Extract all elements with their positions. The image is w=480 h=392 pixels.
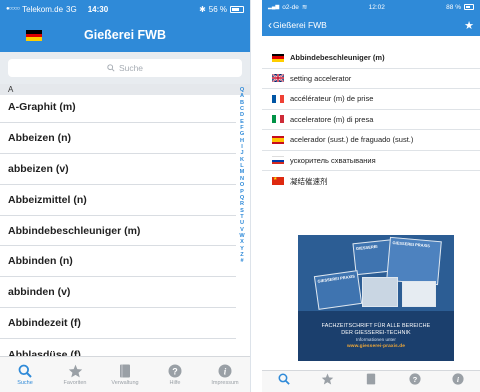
translation-text: Abbindebeschleuniger (m) [290, 53, 385, 63]
page-title: Gießerei FWB [84, 28, 166, 42]
network-label: 3G [66, 4, 77, 14]
translation-text: acelerador (sust.) de fraguado (sust.) [290, 135, 414, 145]
tab-favorites[interactable] [306, 371, 350, 392]
signal-icon: ●○○○○ [6, 6, 20, 12]
carrier-label: Telekom.de [22, 4, 64, 14]
russian-flag-icon [272, 156, 284, 165]
italian-flag-icon [272, 115, 284, 124]
nav-bar: Gießerei FWB [0, 18, 250, 52]
star-icon [321, 373, 334, 385]
tab-imprint[interactable]: i [436, 371, 480, 392]
list-item[interactable]: abbinden (v) [0, 277, 236, 309]
alphabet-index[interactable]: Q A B C D E F G H I J K L M N O P Q R S … [237, 87, 247, 265]
status-bar: ●○○○○ Telekom.de 3G 14:30 ✱ 56 % [0, 0, 250, 18]
magazine-cover [402, 281, 436, 307]
battery-icon [463, 4, 474, 10]
tab-search[interactable]: Suche [0, 357, 50, 392]
tab-help[interactable]: ? [393, 371, 437, 392]
nav-bar: ‹ Gießerei FWB ★ [262, 14, 480, 36]
list-item[interactable]: Abbeizen (n) [0, 123, 236, 154]
search-icon [18, 364, 32, 378]
tab-imprint[interactable]: i Impressum [200, 357, 250, 392]
translation-row[interactable]: Abbindebeschleuniger (m) [262, 48, 480, 69]
info-icon: i [218, 364, 232, 377]
battery-percent: 88 % [446, 3, 461, 11]
tab-favorites[interactable]: Favoriten [50, 357, 100, 392]
index-letter[interactable]: # [240, 258, 243, 264]
tab-bar: ? i [262, 370, 480, 392]
tab-label: Impressum [211, 379, 239, 386]
translation-text: ускоритель схватывания [290, 155, 376, 165]
translation-row[interactable]: acceleratore (m) di presa [262, 110, 480, 130]
list-item[interactable]: A-Graphit (m) [0, 92, 236, 123]
wifi-icon: ≋ [301, 4, 308, 11]
battery-icon [230, 5, 244, 13]
french-flag-icon [272, 94, 284, 103]
detail-screen: ▂▄▆ o2-de ≋ 12:02 88 % ‹ Gießerei FWB ★ … [262, 0, 480, 392]
search-icon [278, 373, 290, 385]
back-label: Gießerei FWB [273, 20, 327, 30]
tab-label: Verwaltung [111, 379, 139, 386]
list-item[interactable]: abbeizen (v) [0, 154, 236, 185]
star-icon[interactable]: ★ [464, 19, 474, 32]
tab-label: Favoriten [63, 379, 87, 386]
tab-label: Hilfe [169, 379, 181, 386]
word-list: A-Graphit (m) Abbeizen (n) abbeizen (v) … [0, 92, 236, 370]
translation-row[interactable]: ★ 凝结催速剂 [262, 171, 480, 192]
uk-flag-icon [272, 74, 284, 83]
help-icon: ? [409, 373, 421, 385]
book-icon [120, 364, 130, 377]
carrier-label: o2-de [282, 3, 299, 11]
search-bar: Suche [0, 52, 250, 84]
tab-manage[interactable] [349, 371, 393, 392]
ad-text: FACHZEITSCHRIFT FÜR ALLE BEREICHE DER GI… [321, 323, 431, 349]
spanish-flag-icon [272, 135, 284, 144]
tab-bar: Suche Favoriten Verwaltung ? Hilfe i Imp… [0, 356, 250, 392]
search-icon [107, 64, 115, 72]
magazine-cover [362, 277, 398, 307]
translation-row[interactable]: acelerador (sust.) de fraguado (sust.) [262, 130, 480, 151]
translation-row[interactable]: accélérateur (m) de prise [262, 89, 480, 110]
german-flag-icon [272, 53, 284, 62]
translation-text: setting accelerator [290, 73, 352, 83]
list-item[interactable]: Abbindebeschleuniger (m) [0, 216, 236, 247]
info-icon: i [452, 373, 464, 385]
ad-banner[interactable]: GIESSEREI GIESSEREI PRAXIS GIESSEREI PRA… [298, 235, 454, 361]
search-placeholder: Suche [118, 63, 144, 73]
clock: 12:02 [368, 3, 385, 11]
chevron-left-icon: ‹ [268, 18, 272, 32]
magazine-cover: GIESSEREI PRAXIS [313, 270, 363, 310]
translation-text: 凝结催速剂 [290, 176, 328, 186]
tab-manage[interactable]: Verwaltung [100, 357, 150, 392]
battery-percent: 56 % [208, 4, 227, 14]
translation-row[interactable]: setting accelerator [262, 69, 480, 89]
tab-label: Suche [17, 379, 33, 386]
star-icon [68, 364, 82, 377]
book-icon [366, 373, 376, 385]
help-icon: ? [168, 364, 182, 377]
tab-search[interactable] [262, 371, 306, 392]
list-item[interactable]: Abbinden (n) [0, 246, 236, 278]
translation-text: acceleratore (m) di presa [290, 114, 374, 124]
clock: 14:30 [87, 4, 109, 14]
status-bar: ▂▄▆ o2-de ≋ 12:02 88 % [262, 0, 480, 14]
translation-list: Abbindebeschleuniger (m) setting acceler… [262, 48, 480, 192]
search-screen: ●○○○○ Telekom.de 3G 14:30 ✱ 56 % Gießere… [0, 0, 251, 392]
translation-row[interactable]: ускоритель схватывания [262, 151, 480, 171]
list-item[interactable]: Abbindezeit (f) [0, 308, 236, 340]
list-item[interactable]: Abbeizmittel (n) [0, 185, 236, 216]
svg-text:?: ? [412, 375, 417, 384]
svg-text:?: ? [172, 366, 178, 376]
signal-icon: ▂▄▆ [268, 4, 280, 10]
german-flag-icon [26, 30, 42, 42]
back-button[interactable]: ‹ Gießerei FWB [268, 18, 327, 32]
bluetooth-icon: ✱ [199, 4, 206, 14]
search-input[interactable]: Suche [8, 59, 242, 77]
translation-text: accélérateur (m) de prise [290, 94, 374, 104]
chinese-flag-icon: ★ [272, 177, 284, 186]
tab-help[interactable]: ? Hilfe [150, 357, 200, 392]
